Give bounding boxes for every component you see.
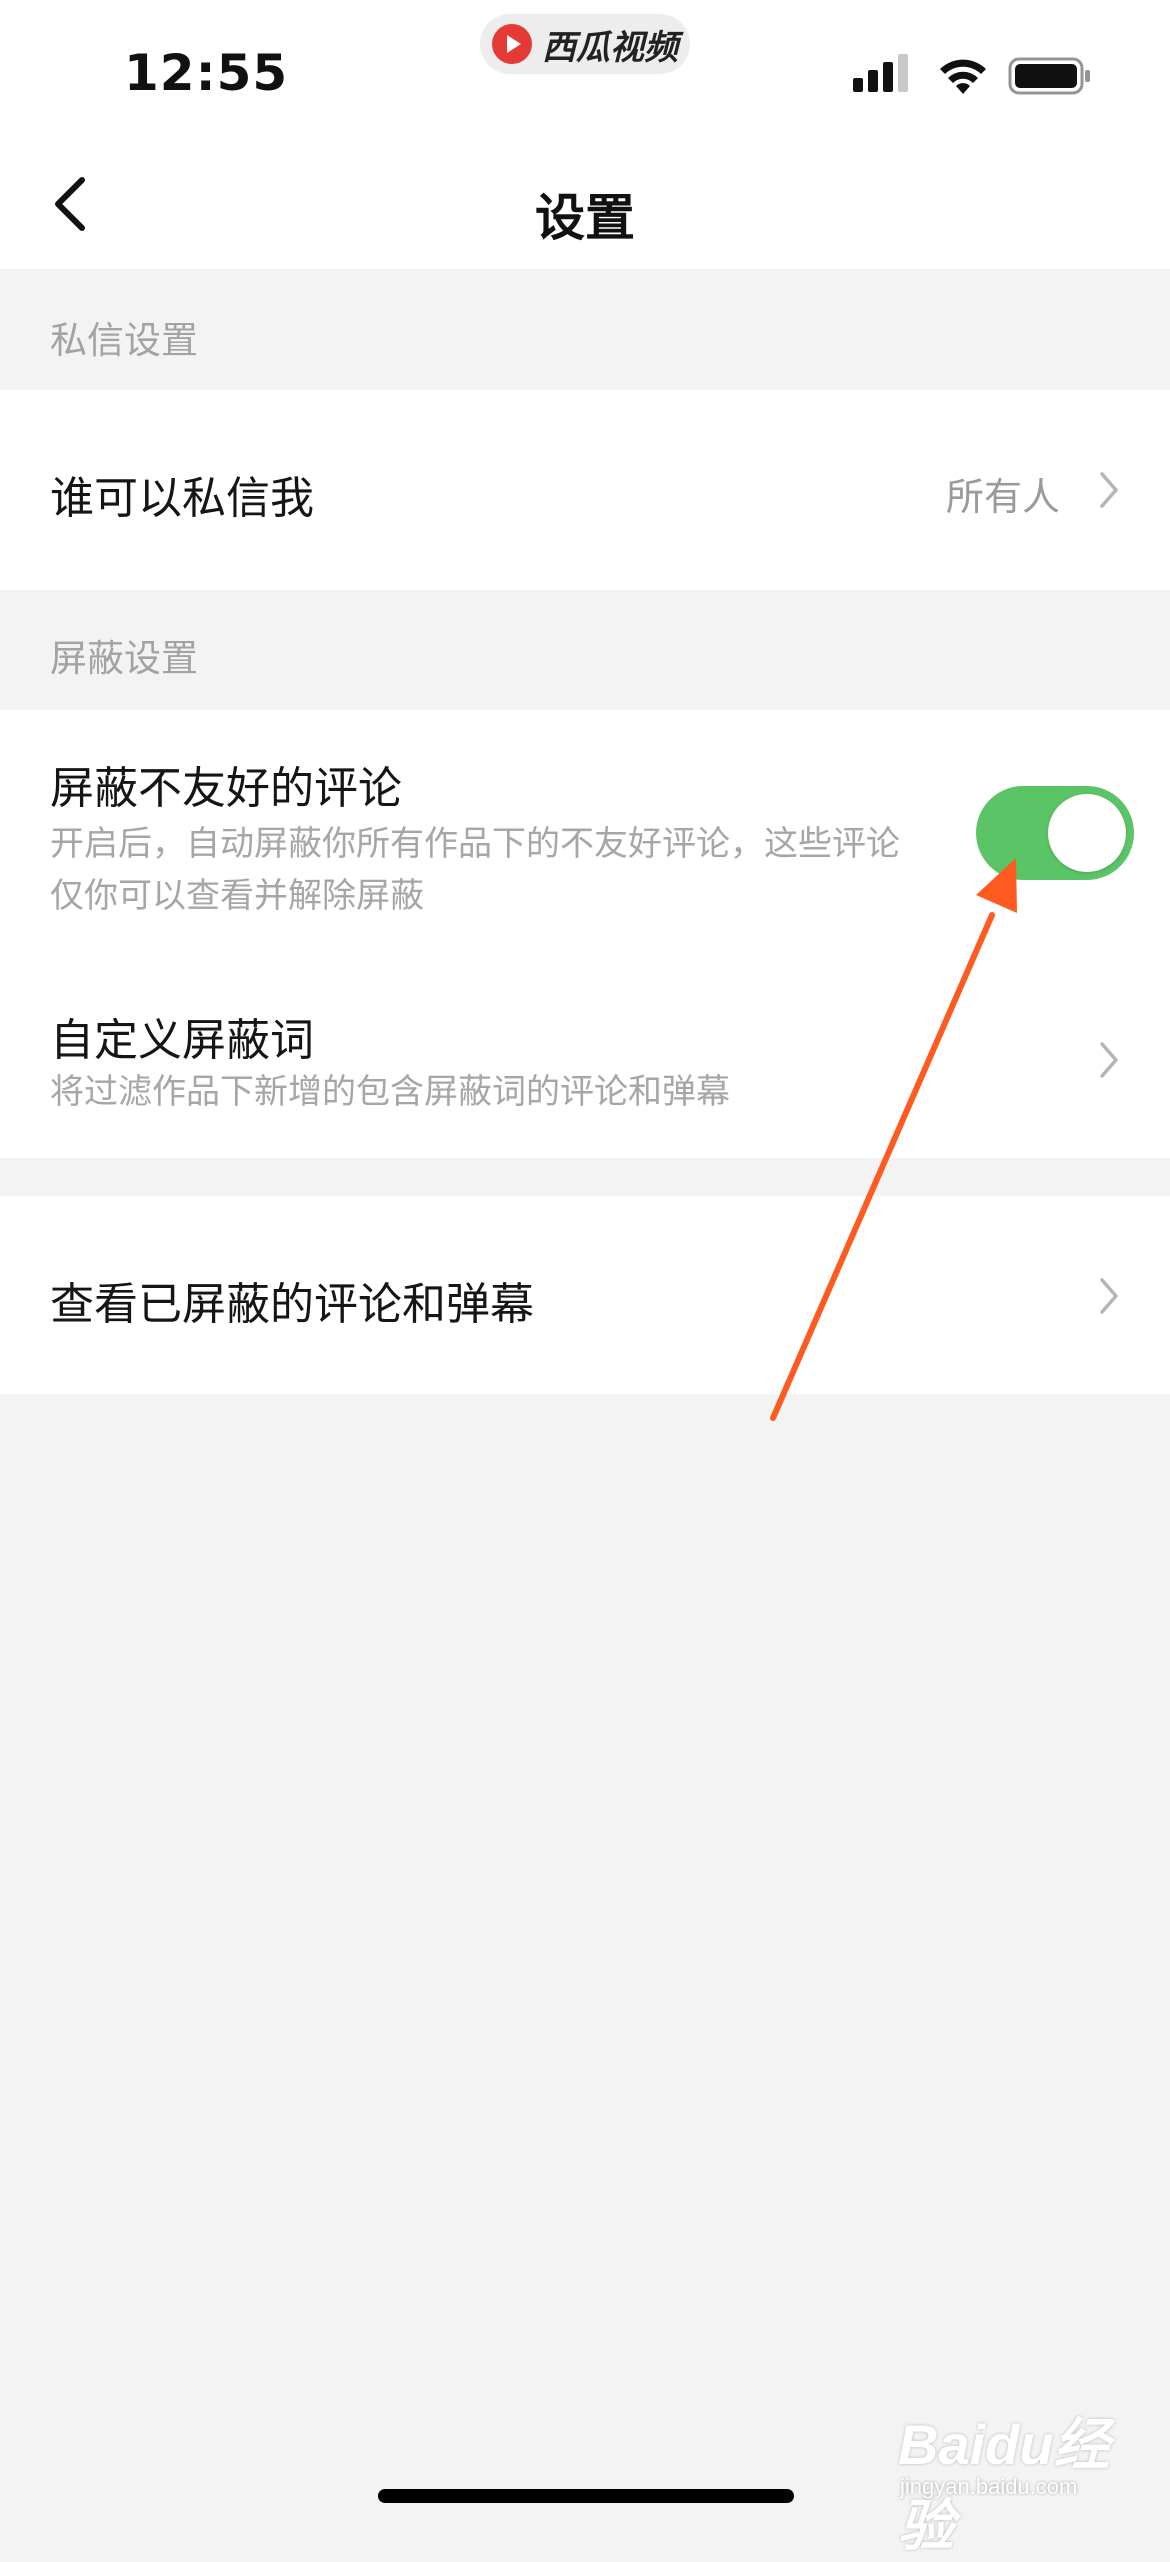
navigation-bar: 设置 [0,120,1170,270]
page-title: 设置 [535,190,635,246]
play-logo-icon [492,24,532,64]
section-header-dm: 私信设置 [0,272,1170,390]
row-title: 屏蔽不友好的评论 [50,764,402,813]
settings-row-view-blocked[interactable]: 查看已屏蔽的评论和弹幕 [0,1196,1170,1394]
back-to-app-pill[interactable]: 西瓜视频 [480,14,690,74]
chevron-right-icon [1100,472,1118,508]
app-pill-label: 西瓜视频 [542,28,678,67]
toggle-knob [1048,794,1126,872]
wifi-icon [940,59,986,94]
settings-row-who-can-dm[interactable]: 谁可以私信我 所有人 [0,390,1170,590]
settings-row-custom-words[interactable]: 自定义屏蔽词 将过滤作品下新增的包含屏蔽词的评论和弹幕 [0,962,1170,1158]
section-title-dm: 私信设置 [50,320,198,361]
status-time: 12:55 [124,44,289,102]
watermark-url: jingyan.baidu.com [900,2474,1078,2499]
signal-icon [853,54,908,92]
section-header-block: 屏蔽设置 [0,590,1170,710]
row-title: 谁可以私信我 [50,474,314,523]
row-description: 开启后，自动屏蔽你所有作品下的不友好评论，这些评论仅你可以查看并解除屏蔽 [50,825,900,915]
row-description: 将过滤作品下新增的包含屏蔽词的评论和弹幕 [50,1073,730,1111]
battery-icon [1008,57,1090,95]
chevron-right-icon [1100,1042,1118,1078]
status-bar: 12:55 西瓜视频 [0,0,1170,120]
row-title: 自定义屏蔽词 [50,1016,314,1065]
section-title-block: 屏蔽设置 [50,638,198,679]
row-value: 所有人 [945,477,1060,519]
block-unfriendly-toggle[interactable] [976,786,1134,880]
baidu-watermark: Baidu经验 jingyan.baidu.com [880,2400,1130,2557]
home-indicator[interactable] [378,2489,794,2503]
chevron-right-icon [1100,1278,1118,1314]
row-title: 查看已屏蔽的评论和弹幕 [50,1280,534,1329]
